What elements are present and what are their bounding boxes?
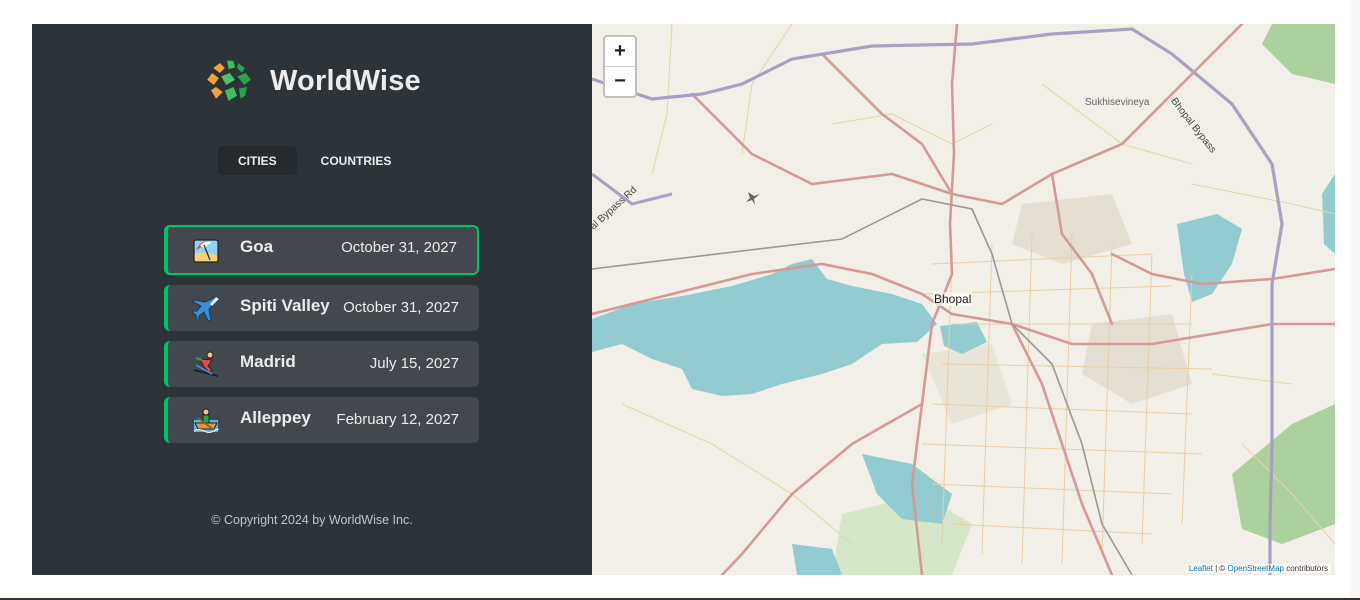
map-attribution: Leaflet | © OpenStreetMap contributors (1185, 564, 1331, 573)
sidebar: WorldWise CITIES COUNTRIES Goa October 3… (32, 24, 592, 575)
openstreetmap-link[interactable]: OpenStreetMap (1227, 564, 1283, 573)
app-name: WorldWise (270, 64, 421, 97)
city-name: Spiti Valley (240, 296, 330, 315)
city-date: July 15, 2027 (369, 355, 459, 372)
globe-logo-icon (203, 55, 255, 107)
city-name: Alleppey (240, 408, 311, 427)
airplane-icon (192, 296, 220, 322)
zoom-out-button[interactable]: − (605, 67, 635, 96)
leaflet-link[interactable]: Leaflet (1189, 564, 1213, 573)
attribution-suffix: contributors (1283, 564, 1328, 573)
city-name: Madrid (240, 352, 296, 371)
city-item-alleppey[interactable]: Alleppey February 12, 2027 (164, 397, 479, 443)
city-date: October 31, 2027 (343, 299, 459, 316)
city-item-goa[interactable]: Goa October 31, 2027 (164, 225, 479, 275)
logo[interactable]: WorldWise (202, 54, 421, 108)
map-label-city: Bhopal (933, 292, 973, 306)
copyright-text: © Copyright 2024 by WorldWise Inc. (211, 513, 413, 527)
city-date: February 12, 2027 (336, 411, 459, 428)
map-label-suburb: Sukhisevineya (1085, 97, 1150, 108)
zoom-in-button[interactable]: + (605, 37, 635, 67)
rowboat-icon (193, 408, 219, 433)
city-list: Goa October 31, 2027 Spiti Valley Octobe… (164, 225, 479, 453)
tab-bar: CITIES COUNTRIES (218, 146, 411, 175)
attribution-separator: | © (1212, 564, 1228, 573)
zoom-control: + − (603, 35, 637, 98)
tab-countries[interactable]: COUNTRIES (301, 146, 412, 175)
city-date: October 31, 2027 (341, 239, 457, 256)
page-scrollbar[interactable] (1350, 0, 1360, 598)
beach-umbrella-icon (193, 239, 219, 263)
city-name: Goa (240, 237, 274, 256)
tab-cities[interactable]: CITIES (218, 146, 297, 175)
map[interactable]: + − Bhopal Sukhisevineya Bhopal Bypass a… (592, 24, 1335, 575)
city-item-madrid[interactable]: Madrid July 15, 2027 (164, 341, 479, 387)
skier-icon (193, 351, 219, 377)
city-item-spiti-valley[interactable]: Spiti Valley October 31, 2027 (164, 285, 479, 331)
app-container: WorldWise CITIES COUNTRIES Goa October 3… (32, 24, 1335, 575)
